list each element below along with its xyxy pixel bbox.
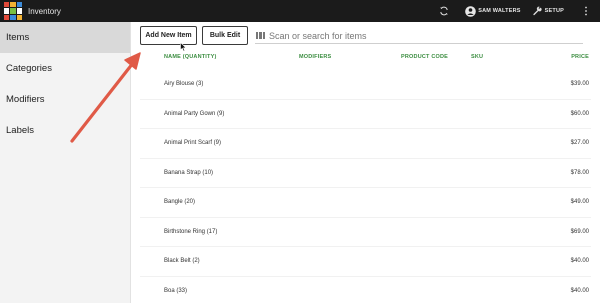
sidebar-item-labels[interactable]: Labels	[0, 115, 130, 146]
table-row[interactable]: Bangle (20) $49.00	[131, 188, 600, 218]
setup-button[interactable]: SETUP	[529, 3, 564, 19]
sidebar: Items Categories Modifiers Labels	[0, 22, 131, 303]
sidebar-item-label: Labels	[6, 125, 34, 136]
item-price: $40.00	[570, 287, 589, 294]
item-name: Airy Blouse (3)	[164, 81, 204, 87]
table-row[interactable]: Animal Party Gown (9) $60.00	[131, 100, 600, 129]
column-header-modifiers[interactable]: MODIFIERS	[299, 54, 331, 60]
sidebar-item-label: Items	[6, 32, 30, 43]
setup-label: SETUP	[544, 8, 564, 14]
search-input[interactable]	[269, 30, 569, 41]
mouse-cursor-icon	[180, 42, 187, 52]
item-price: $27.00	[570, 140, 589, 146]
logo-tile	[10, 2, 16, 8]
sidebar-item-modifiers[interactable]: Modifiers	[0, 84, 130, 115]
item-price: $49.00	[570, 199, 589, 205]
logo-tile	[4, 14, 10, 20]
toolbar: Add New Item Bulk Edit	[140, 26, 248, 45]
search-bar	[255, 28, 583, 44]
logo-tile	[10, 14, 16, 20]
column-header-sku[interactable]: SKU	[471, 54, 483, 60]
item-name: Animal Print Scarf (9)	[164, 140, 222, 146]
user-name: SAM WALTERS	[478, 8, 521, 14]
sidebar-item-label: Modifiers	[6, 94, 45, 105]
item-name: Boa (33)	[164, 287, 188, 294]
column-header-product-code[interactable]: PRODUCT CODE	[401, 54, 448, 60]
logo-tile	[16, 14, 22, 20]
items-table: Airy Blouse (3) $39.00 Animal Party Gown…	[131, 70, 600, 303]
item-price: $40.00	[570, 258, 589, 264]
item-name: Bangle (20)	[164, 199, 196, 205]
item-price: $39.00	[570, 81, 589, 87]
item-name: Banana Strap (10)	[164, 169, 214, 176]
wrench-icon	[529, 3, 545, 19]
app-title: Inventory	[28, 6, 61, 16]
item-price: $69.00	[570, 228, 589, 235]
sidebar-item-categories[interactable]: Categories	[0, 53, 130, 84]
sidebar-item-label: Categories	[6, 63, 52, 74]
sync-icon[interactable]	[436, 3, 452, 19]
more-vertical-icon[interactable]	[578, 3, 594, 19]
item-price: $78.00	[570, 169, 589, 176]
table-row[interactable]: Boa (33) $40.00	[131, 277, 600, 303]
item-price: $60.00	[570, 110, 589, 117]
table-row[interactable]: Airy Blouse (3) $39.00	[131, 70, 600, 100]
logo-tile	[16, 2, 22, 8]
item-name: Black Belt (2)	[164, 258, 200, 264]
user-icon	[462, 3, 478, 19]
table-header: NAME (QUANTITY) MODIFIERS PRODUCT CODE S…	[131, 51, 600, 66]
barcode-icon[interactable]	[256, 32, 265, 39]
logo-tile	[16, 8, 22, 14]
table-row[interactable]: Black Belt (2) $40.00	[131, 247, 600, 277]
table-row[interactable]: Birthstone Ring (17) $69.00	[131, 218, 600, 247]
sidebar-item-items[interactable]: Items	[0, 22, 130, 53]
item-name: Birthstone Ring (17)	[164, 228, 218, 235]
item-name: Animal Party Gown (9)	[164, 110, 225, 117]
app-logo-icon	[4, 2, 22, 20]
table-row[interactable]: Animal Print Scarf (9) $27.00	[131, 129, 600, 159]
column-header-name[interactable]: NAME (QUANTITY)	[164, 54, 217, 60]
user-menu[interactable]: SAM WALTERS	[462, 3, 520, 19]
add-new-item-button[interactable]: Add New Item	[140, 26, 197, 45]
column-header-price[interactable]: PRICE	[571, 54, 589, 60]
logo-tile	[10, 8, 16, 14]
bulk-edit-button[interactable]: Bulk Edit	[202, 26, 248, 45]
top-bar: Inventory SAM WALTERS SETUP	[0, 0, 600, 22]
main-panel: Add New Item Bulk Edit NAME (QUANTITY) M…	[131, 22, 600, 303]
logo-tile	[4, 2, 10, 8]
logo-tile	[4, 8, 10, 14]
table-row[interactable]: Banana Strap (10) $78.00	[131, 159, 600, 188]
